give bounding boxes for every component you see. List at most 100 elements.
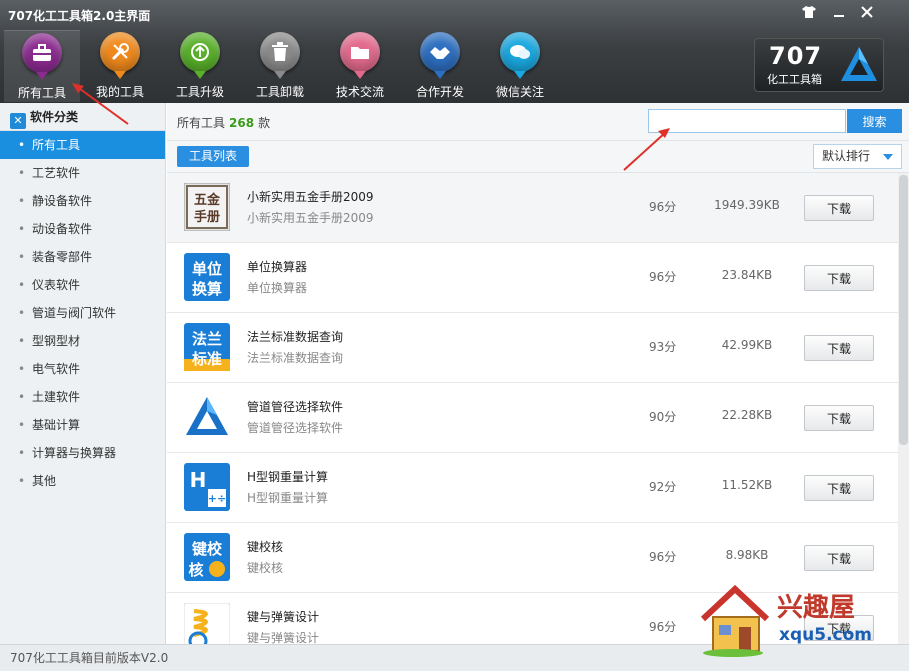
tool-score: 96分 [649, 620, 677, 634]
sidebar-item-process[interactable]: 工艺软件 [0, 159, 165, 187]
svg-text:五金: 五金 [194, 192, 221, 208]
tool-name: 管道管径选择软件 [247, 400, 344, 414]
toolbar-tech-exchange-button[interactable]: 技术交流 [322, 30, 398, 102]
toolbar-upgrade-button[interactable]: 工具升级 [162, 30, 238, 102]
house-logo-icon [700, 584, 770, 657]
main-panel: 所有工具 268 款 搜索 工具列表 默认排行 五金 手册 小新实用五金手册2009… [167, 103, 909, 644]
sidebar-item-civil[interactable]: 土建软件 [0, 383, 165, 411]
download-button[interactable]: 下载 [804, 545, 874, 571]
toolbox-icon [22, 33, 62, 80]
toolbar-label: 微信关注 [495, 85, 544, 99]
folder-icon [340, 32, 380, 79]
sidebar-item-instrument[interactable]: 仪表软件 [0, 271, 165, 299]
minimize-icon[interactable] [830, 6, 848, 22]
svg-text:核: 核 [188, 561, 203, 579]
download-button[interactable]: 下载 [804, 405, 874, 431]
tool-name: 小新实用五金手册2009 [247, 190, 374, 204]
search-button[interactable]: 搜索 [847, 109, 902, 133]
tool-size: 23.84KB [721, 268, 773, 282]
sidebar-item-static-equipment[interactable]: 静设备软件 [0, 187, 165, 215]
svg-text:单位: 单位 [192, 260, 222, 278]
brand-number: 707 [769, 42, 823, 70]
download-button[interactable]: 下载 [804, 265, 874, 291]
trash-icon [260, 32, 300, 79]
tool-row[interactable]: H +÷ H型钢重量计算 H型钢重量计算 92分 11.52KB 下载 [167, 453, 909, 523]
tool-count-number: 268 [229, 116, 255, 130]
tool-desc: 单位换算器 [247, 281, 308, 295]
sort-label: 默认排行 [822, 149, 871, 163]
tool-score: 96分 [649, 200, 677, 214]
sidebar-item-steel[interactable]: 型钢型材 [0, 327, 165, 355]
title-toolbar-bar: 707化工工具箱2.0主界面 所有工具 我的工具 工具升级 工具卸载 技术交流 … [0, 0, 909, 103]
sidebar-item-parts[interactable]: 装备零部件 [0, 243, 165, 271]
toolbar-label: 工具升级 [175, 85, 224, 99]
tool-row[interactable]: 五金 手册 小新实用五金手册2009 小新实用五金手册2009 96分 1949… [167, 173, 909, 243]
chat-icon [500, 32, 540, 79]
tool-size: 1949.39KB [714, 198, 780, 212]
spring-design-icon [184, 603, 230, 644]
sidebar-item-basic-calc[interactable]: 基础计算 [0, 411, 165, 439]
wrench-icon: ✕ [10, 113, 26, 129]
download-button[interactable]: 下载 [804, 475, 874, 501]
hardware-manual-icon: 五金 手册 [184, 183, 230, 231]
watermark-url: xqu5.com [779, 625, 872, 645]
toolbar-cooperation-button[interactable]: 合作开发 [402, 30, 478, 102]
site-watermark: 兴趣屋 xqu5.com [697, 583, 882, 657]
tool-name: 键与弹簧设计 [247, 610, 320, 624]
sidebar-item-other[interactable]: 其他 [0, 467, 165, 495]
svg-text:换算: 换算 [192, 280, 222, 298]
scrollbar-thumb[interactable] [899, 175, 908, 445]
search-input[interactable] [648, 109, 846, 133]
pipe-diameter-icon [186, 397, 228, 435]
tool-desc: 键校核 [247, 561, 284, 575]
toolbar-wechat-button[interactable]: 微信关注 [482, 30, 558, 102]
chevron-down-icon [883, 154, 893, 160]
toolbar-label: 技术交流 [335, 85, 384, 99]
handshake-icon [420, 32, 460, 79]
toolbar-all-tools-button[interactable]: 所有工具 [4, 30, 80, 102]
svg-text:H: H [190, 468, 207, 492]
download-button[interactable]: 下载 [804, 195, 874, 221]
sidebar-item-pipes-valves[interactable]: 管道与阀门软件 [0, 299, 165, 327]
watermark-title: 兴趣屋 [777, 593, 856, 623]
tab-tool-list[interactable]: 工具列表 [177, 146, 250, 167]
tool-score: 92分 [649, 480, 677, 494]
close-icon[interactable] [858, 6, 876, 22]
sidebar-header-label: 软件分类 [30, 110, 79, 124]
tool-size: 22.28KB [721, 408, 773, 422]
sidebar-item-electrical[interactable]: 电气软件 [0, 355, 165, 383]
tool-name: 键校核 [247, 540, 284, 554]
key-check-icon: 键校 核 [184, 533, 230, 581]
tool-desc: 管道管径选择软件 [247, 421, 344, 435]
svg-text:手册: 手册 [194, 209, 220, 225]
tool-row[interactable]: 法兰 标准 法兰标准数据查询 法兰标准数据查询 93分 42.99KB 下载 [167, 313, 909, 383]
search-bar: 所有工具 268 款 搜索 [167, 103, 909, 141]
sidebar-item-all-tools[interactable]: 所有工具 [0, 131, 165, 159]
tool-desc: H型钢重量计算 [247, 491, 329, 505]
tool-count: 所有工具 268 款 [177, 116, 271, 130]
sort-dropdown[interactable]: 默认排行 [813, 144, 902, 169]
tools-icon [100, 32, 140, 79]
svg-text:+÷: +÷ [208, 492, 226, 505]
sidebar-item-calculators[interactable]: 计算器与换算器 [0, 439, 165, 467]
h-beam-calculator-icon: H +÷ [184, 463, 230, 511]
toolbar-my-tools-button[interactable]: 我的工具 [82, 30, 158, 102]
tool-score: 96分 [649, 270, 677, 284]
toolbar-label: 工具卸载 [255, 85, 304, 99]
tool-score: 96分 [649, 550, 677, 564]
unit-converter-icon: 单位 换算 [184, 253, 230, 301]
tool-score: 90分 [649, 410, 677, 424]
tool-desc: 小新实用五金手册2009 [247, 211, 374, 225]
toolbar-uninstall-button[interactable]: 工具卸载 [242, 30, 318, 102]
download-button[interactable]: 下载 [804, 335, 874, 361]
window-title: 707化工工具箱2.0主界面 [8, 9, 151, 23]
tool-name: 法兰标准数据查询 [247, 330, 344, 344]
flange-standard-icon: 法兰 标准 [184, 323, 230, 371]
svg-text:键校: 键校 [191, 540, 223, 558]
list-scrollbar[interactable] [898, 173, 909, 644]
tool-row[interactable]: 管道管径选择软件 管道管径选择软件 90分 22.28KB 下载 [167, 383, 909, 453]
skin-shirt-icon[interactable] [800, 6, 818, 22]
svg-text:法兰: 法兰 [192, 330, 222, 348]
tool-row[interactable]: 单位 换算 单位换算器 单位换算器 96分 23.84KB 下载 [167, 243, 909, 313]
sidebar-item-dynamic-equipment[interactable]: 动设备软件 [0, 215, 165, 243]
